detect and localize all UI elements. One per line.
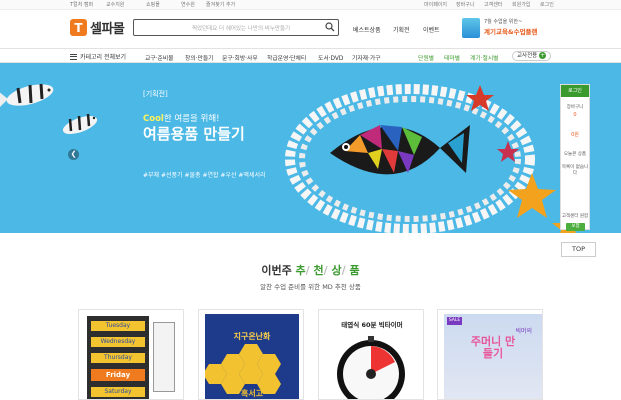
product-card[interactable]: 지구온난화 혹서고 [198,309,304,400]
search-placeholder: 찍었던데요 더 헤어있는 나만의 비누만들기 [192,26,291,32]
section-title-char: 품 [349,264,360,277]
banner-title: 여름용품 만들기 [143,125,245,143]
top-link-mypage[interactable]: 마이페이지 [424,1,447,8]
search-input[interactable]: 찍었던데요 더 헤어있는 나만의 비누만들기 [133,19,339,36]
nav-item-class[interactable]: 학급운영·단체티 [267,53,306,62]
section-title-char: 천 [313,264,324,277]
top-link-tculture[interactable]: T컬처 캠퍼 [70,1,93,8]
nav-item-stationery[interactable]: 문구·회방·사무 [222,53,258,62]
header-link-special[interactable]: 기획전 [393,25,410,34]
stained-glass-fish-icon [330,125,470,175]
logo-text: 셀파몰 [90,22,125,37]
product-image: SALE 빅머의 주머니 만들기 [444,314,542,399]
plus-icon: + [539,52,547,59]
main-nav: 카테고리 전체보기 교구·준비물 창의·만들기 문구·회방·사무 학급운영·단체… [0,48,621,63]
nav-item-theme[interactable]: 테마별 [444,53,460,62]
top-link-bookmark[interactable]: 즐겨찾기 추가 [206,1,235,8]
day-card: Saturday [91,387,145,397]
day-card: Wednesday [91,337,145,347]
quick-sidebar: 로그인 장바구니 0 0원 오늘본 상품 목록이 없습니다 고객센터 원함 보험 [560,84,590,231]
product-heading: 빅머의 [515,328,532,335]
striped-fish-icon [62,113,98,135]
logo[interactable]: T 셀파몰 [70,18,125,37]
sidebar-recent-label: 오늘본 상품 [563,152,587,157]
top-link-shop[interactable]: 쇼핑몰 [146,1,160,8]
sidebar-cs-button[interactable]: 보험 [566,223,585,231]
product-board-side [153,322,175,392]
nav-item-season[interactable]: 계기·절시별 [470,53,499,62]
banner-tag: [기획전] [143,90,168,98]
nav-item-supplies[interactable]: 교구·준비물 [145,53,174,62]
section-title: 이번주 추/ 천/ 상/ 품 [261,264,360,277]
day-card: Friday [91,369,145,381]
top-link-teacher[interactable]: 교수지원 [106,1,124,8]
section-title-char: 추 [295,264,306,277]
menu-icon [70,53,77,60]
sidebar-wish-count: 0원 [571,132,579,138]
promo-banner[interactable]: 7월 수업을 위한~ 계기교육&수업플랜 [462,16,557,40]
nav-item-furniture[interactable]: 기자재·가구 [352,53,381,62]
chevron-left-icon: ❮ [70,150,77,158]
nav-item-unit[interactable]: 단원별 [418,53,434,62]
nav-item-books[interactable]: 도서·DVD [318,53,343,62]
day-card: Tuesday [91,321,145,331]
header: T 셀파몰 찍었던데요 더 헤어있는 나만의 비누만들기 베스트상품 기획전 이… [0,10,621,48]
sidebar-cart-label[interactable]: 장바구니 [561,104,589,110]
section-title-char: 상 [331,264,342,277]
category-all-button[interactable]: 카테고리 전체보기 [70,52,126,61]
sale-badge: SALE [447,317,462,325]
top-link-join[interactable]: 회원가입 [512,1,530,8]
header-link-best[interactable]: 베스트상품 [353,25,381,34]
section-title-prefix: 이번주 [261,264,292,277]
hero-banner[interactable]: [기획전] Cool한 여름을 위해! 여름용품 만들기 #부채 #선풍기 #물… [0,63,621,233]
top-link-academy[interactable]: 연수원 [181,1,195,8]
search-icon[interactable] [325,22,335,34]
product-bottom-text: 혹서고 [240,389,264,398]
banner-hashtags: #부채 #선풍기 #물총 #연합 #우산 #액세서리 [143,172,266,179]
header-link-event[interactable]: 이벤트 [423,25,440,34]
product-heading: 태엽식 60분 빅타이머 [341,321,403,329]
logo-mark: T [70,19,87,36]
promo-globe-icon [462,18,480,38]
category-all-label: 카테고리 전체보기 [80,54,127,61]
nav-item-craft[interactable]: 창의·만들기 [185,53,214,62]
sidebar-cs-label: 고객센터 원함 [561,214,589,219]
sidebar-cart-count: 0 [573,112,577,118]
top-link-login[interactable]: 로그인 [540,1,554,8]
product-image: Tuesday Wednesday Thursday Friday Saturd… [87,316,149,399]
product-card[interactable]: 태엽식 60분 빅타이머 [318,309,424,400]
scroll-top-button[interactable]: TOP [561,242,596,257]
product-image: 지구온난화 혹서고 [205,314,299,399]
banner-prev-button[interactable]: ❮ [68,149,79,160]
top-utility-bar: T컬처 캠퍼 교수지원 쇼핑몰 연수원 즐겨찾기 추가 마이페이지 장바구니 고… [0,0,621,10]
sidebar-login-button[interactable]: 로그인 [561,85,589,97]
top-link-cs[interactable]: 고객센터 [484,1,502,8]
teacher-only-label: 교사전용 [517,53,538,59]
top-link-cart[interactable]: 장바구니 [456,1,474,8]
product-card[interactable]: SALE 빅머의 주머니 만들기 [437,309,543,400]
product-card[interactable]: Tuesday Wednesday Thursday Friday Saturd… [78,309,184,400]
striped-fish-icon [0,83,54,107]
teacher-only-tag[interactable]: 교사전용 + [512,51,552,61]
sidebar-recent-empty: 목록이 없습니다 [561,165,589,176]
product-title: 주머니 만들기 [470,335,516,360]
banner-illustration [0,83,584,233]
promo-line2: 계기교육&수업플랜 [484,28,538,36]
product-heading: 지구온난화 [233,332,271,341]
promo-line1: 7월 수업을 위한~ [484,19,523,25]
day-card: Thursday [91,353,145,363]
section-subtitle: 알찬 수업 준비를 위한 MD 추천 상품 [260,283,361,291]
timer-icon [337,336,405,399]
